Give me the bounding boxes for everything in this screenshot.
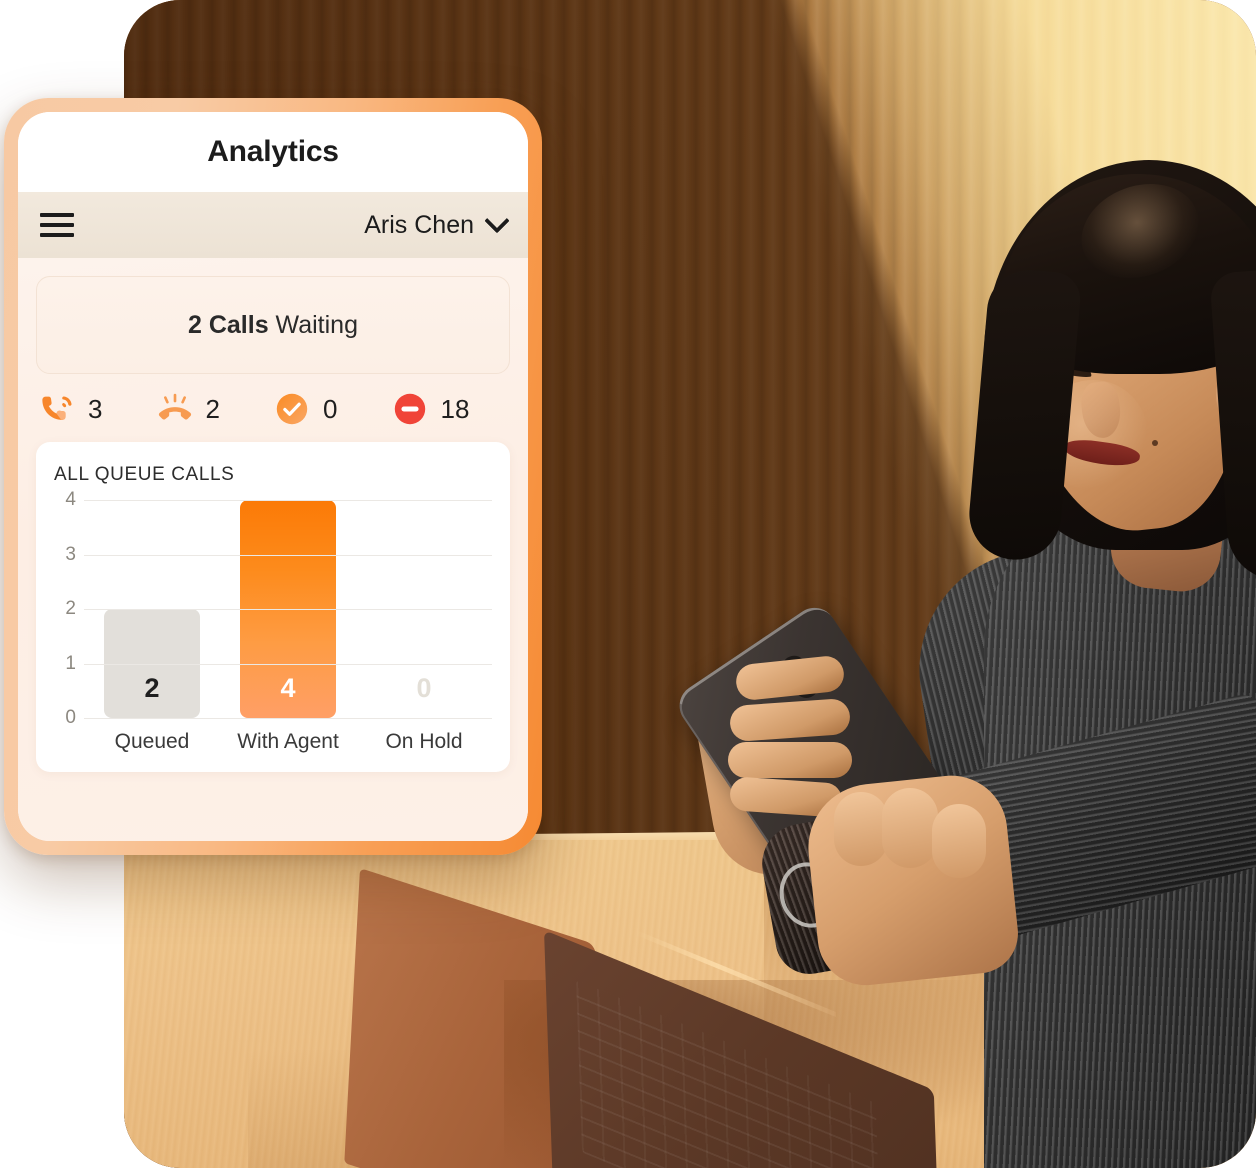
stat-value: 2: [205, 393, 220, 424]
phone-mockup-frame: Analytics Aris Chen 2 Calls Waiting 3 2 …: [4, 98, 542, 855]
head: [965, 150, 1256, 584]
x-axis-label: Queued: [114, 730, 190, 753]
stat-missed-calls[interactable]: 2: [156, 390, 274, 428]
stat-active-calls[interactable]: 3: [38, 390, 156, 428]
knuckle: [882, 788, 938, 868]
stat-value: 0: [323, 393, 338, 424]
hamburger-bar: [40, 223, 74, 227]
hamburger-bar: [40, 233, 74, 237]
screenshot-root: Analytics Aris Chen 2 Calls Waiting 3 2 …: [0, 0, 1256, 1168]
person: [671, 120, 1256, 1168]
bar-value-label: 2: [144, 673, 160, 703]
chart-title: ALL QUEUE CALLS: [54, 464, 235, 485]
phone-ringing-icon: [42, 396, 72, 420]
screen-body: 2 Calls Waiting 3 2 0 18 ALL QUEUE CALLS…: [18, 258, 528, 841]
knuckle: [932, 804, 986, 878]
call-ended-icon: [158, 393, 191, 420]
hamburger-bar: [40, 213, 74, 217]
do-not-disturb-icon: [394, 393, 425, 425]
phone-screen: Analytics Aris Chen 2 Calls Waiting 3 2 …: [18, 112, 528, 841]
user-name-label: Aris Chen: [364, 210, 474, 239]
stat-value: 18: [440, 393, 470, 424]
hamburger-menu-icon[interactable]: [40, 213, 74, 237]
queue-calls-chart-card: ALL QUEUE CALLS 2 4 0 0 1 2 3 4 Queued With Age…: [36, 442, 510, 772]
chevron-down-icon[interactable]: [484, 208, 510, 234]
nav-bar: Aris Chen: [18, 192, 528, 258]
stat-value: 3: [88, 393, 103, 424]
app-title-bar: Analytics: [18, 112, 528, 192]
bar[interactable]: 0: [376, 648, 472, 718]
gridline: [84, 663, 492, 665]
x-axis-label: On Hold: [385, 730, 463, 753]
y-axis-tick: 1: [65, 652, 76, 674]
gridline: [84, 718, 492, 719]
finger: [728, 742, 852, 778]
y-axis-tick: 2: [65, 598, 76, 619]
gridline: [84, 554, 492, 556]
page-title: Analytics: [207, 135, 339, 168]
stat-completed-calls[interactable]: 0: [273, 390, 391, 428]
calls-waiting-label: Waiting: [268, 310, 358, 339]
beauty-mark: [1152, 440, 1158, 446]
calls-waiting-count: 2 Calls: [188, 310, 269, 339]
gridline: [84, 500, 492, 501]
stat-dnd-calls[interactable]: 18: [391, 390, 509, 428]
bar-value-label: 0: [416, 673, 432, 703]
calls-waiting-text: 2 Calls Waiting: [188, 311, 358, 340]
check-circle-icon: [276, 393, 308, 425]
y-axis-tick: 4: [65, 489, 76, 510]
bar-value-label: 4: [280, 673, 296, 703]
y-axis-tick: 3: [65, 543, 76, 565]
user-menu[interactable]: Aris Chen: [364, 208, 510, 240]
stats-row: 3 2 0 18: [36, 374, 510, 442]
bar-chart-plot: 2 4 0 0 1 2 3 4: [65, 489, 492, 728]
x-axis-label: With Agent: [237, 730, 339, 753]
knuckle: [834, 792, 888, 866]
y-axis-tick: 0: [65, 707, 76, 728]
gridline: [84, 609, 492, 610]
calls-waiting-banner[interactable]: 2 Calls Waiting: [36, 276, 510, 374]
x-axis-labels: Queued With Agent On Hold: [84, 730, 492, 754]
